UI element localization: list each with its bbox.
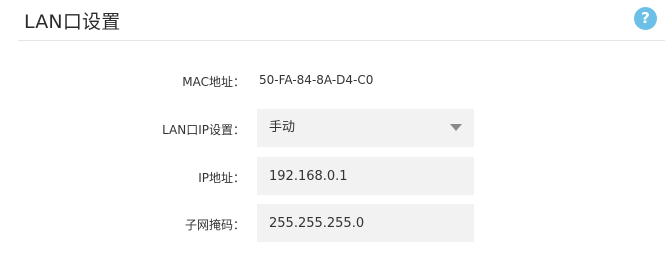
page-header: LAN口设置 ? [0, 0, 665, 42]
chevron-down-icon [450, 124, 462, 131]
header-divider [18, 40, 665, 41]
mac-value: 50-FA-84-8A-D4-C0 [259, 73, 374, 87]
subnet-mask-field[interactable] [269, 204, 459, 242]
page-title: LAN口设置 [24, 11, 121, 33]
ip-mode-select[interactable]: 手动 [257, 109, 474, 147]
ip-address-field-wrapper [257, 157, 474, 195]
ip-mode-label: LAN口IP设置： [162, 123, 245, 137]
help-icon[interactable]: ? [634, 7, 657, 30]
subnet-mask-label: 子网掩码： [184, 218, 245, 232]
mac-label: MAC地址： [182, 75, 245, 89]
ip-address-label: IP地址： [198, 171, 245, 185]
subnet-mask-field-wrapper [257, 204, 474, 242]
ip-mode-selected-value: 手动 [269, 120, 296, 135]
ip-address-field[interactable] [269, 157, 459, 195]
